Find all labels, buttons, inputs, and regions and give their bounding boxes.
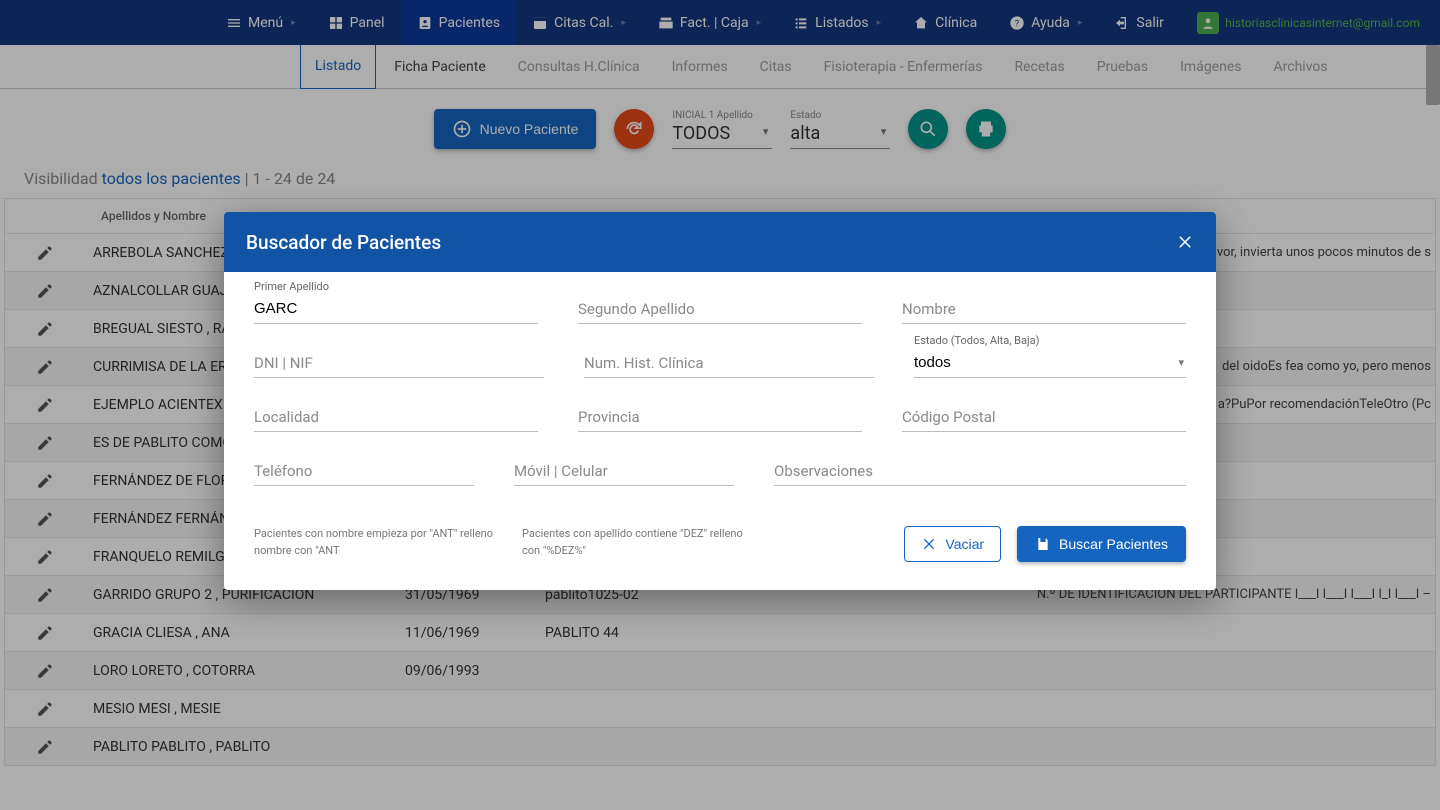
dialog-header: Buscador de Pacientes [224,212,1216,272]
field-estado[interactable]: Estado (Todos, Alta, Baja) [914,348,1186,378]
field-dni: DNI | NIF [254,348,544,378]
field-telefono: Teléfono [254,456,474,486]
segundo-apellido-input[interactable] [578,294,862,324]
numhist-input[interactable] [584,348,874,378]
field-observaciones: Observaciones [774,456,1186,486]
clear-button[interactable]: Vaciar [904,526,1001,562]
close-icon [921,536,937,552]
button-label: Vaciar [945,536,984,552]
modal-overlay: Buscador de Pacientes Primer Apellido Se… [0,0,1440,810]
save-icon [1035,536,1051,552]
search-patients-button[interactable]: Buscar Pacientes [1017,526,1186,562]
localidad-input[interactable] [254,402,538,432]
field-provincia: Provincia [578,402,862,432]
observaciones-input[interactable] [774,456,1186,486]
dialog-body: Primer Apellido Segundo Apellido Nombre … [224,272,1216,520]
field-cp: Código Postal [902,402,1186,432]
hint-text-1: Pacientes con nombre empieza por "ANT" r… [254,526,494,559]
field-segundo-apellido: Segundo Apellido [578,294,862,324]
cp-input[interactable] [902,402,1186,432]
movil-input[interactable] [514,456,734,486]
field-localidad: Localidad [254,402,538,432]
dialog-title: Buscador de Pacientes [246,231,441,254]
dialog-actions: Vaciar Buscar Pacientes [904,526,1186,562]
field-label: Primer Apellido [254,280,329,293]
estado-select[interactable] [914,348,1186,378]
field-primer-apellido: Primer Apellido [254,294,538,324]
hint-text-2: Pacientes con apellido contiene "DEZ" re… [522,526,762,559]
search-patients-dialog: Buscador de Pacientes Primer Apellido Se… [224,212,1216,590]
dialog-footer: Pacientes con nombre empieza por "ANT" r… [224,520,1216,590]
field-label: Estado (Todos, Alta, Baja) [914,334,1039,347]
dni-input[interactable] [254,348,544,378]
field-nombre: Nombre [902,294,1186,324]
button-label: Buscar Pacientes [1059,536,1168,552]
close-icon [1176,233,1194,251]
close-button[interactable] [1176,233,1194,251]
field-numhist: Num. Hist. Clínica [584,348,874,378]
provincia-input[interactable] [578,402,862,432]
telefono-input[interactable] [254,456,474,486]
primer-apellido-input[interactable] [254,294,538,324]
nombre-input[interactable] [902,294,1186,324]
field-movil: Móvil | Celular [514,456,734,486]
